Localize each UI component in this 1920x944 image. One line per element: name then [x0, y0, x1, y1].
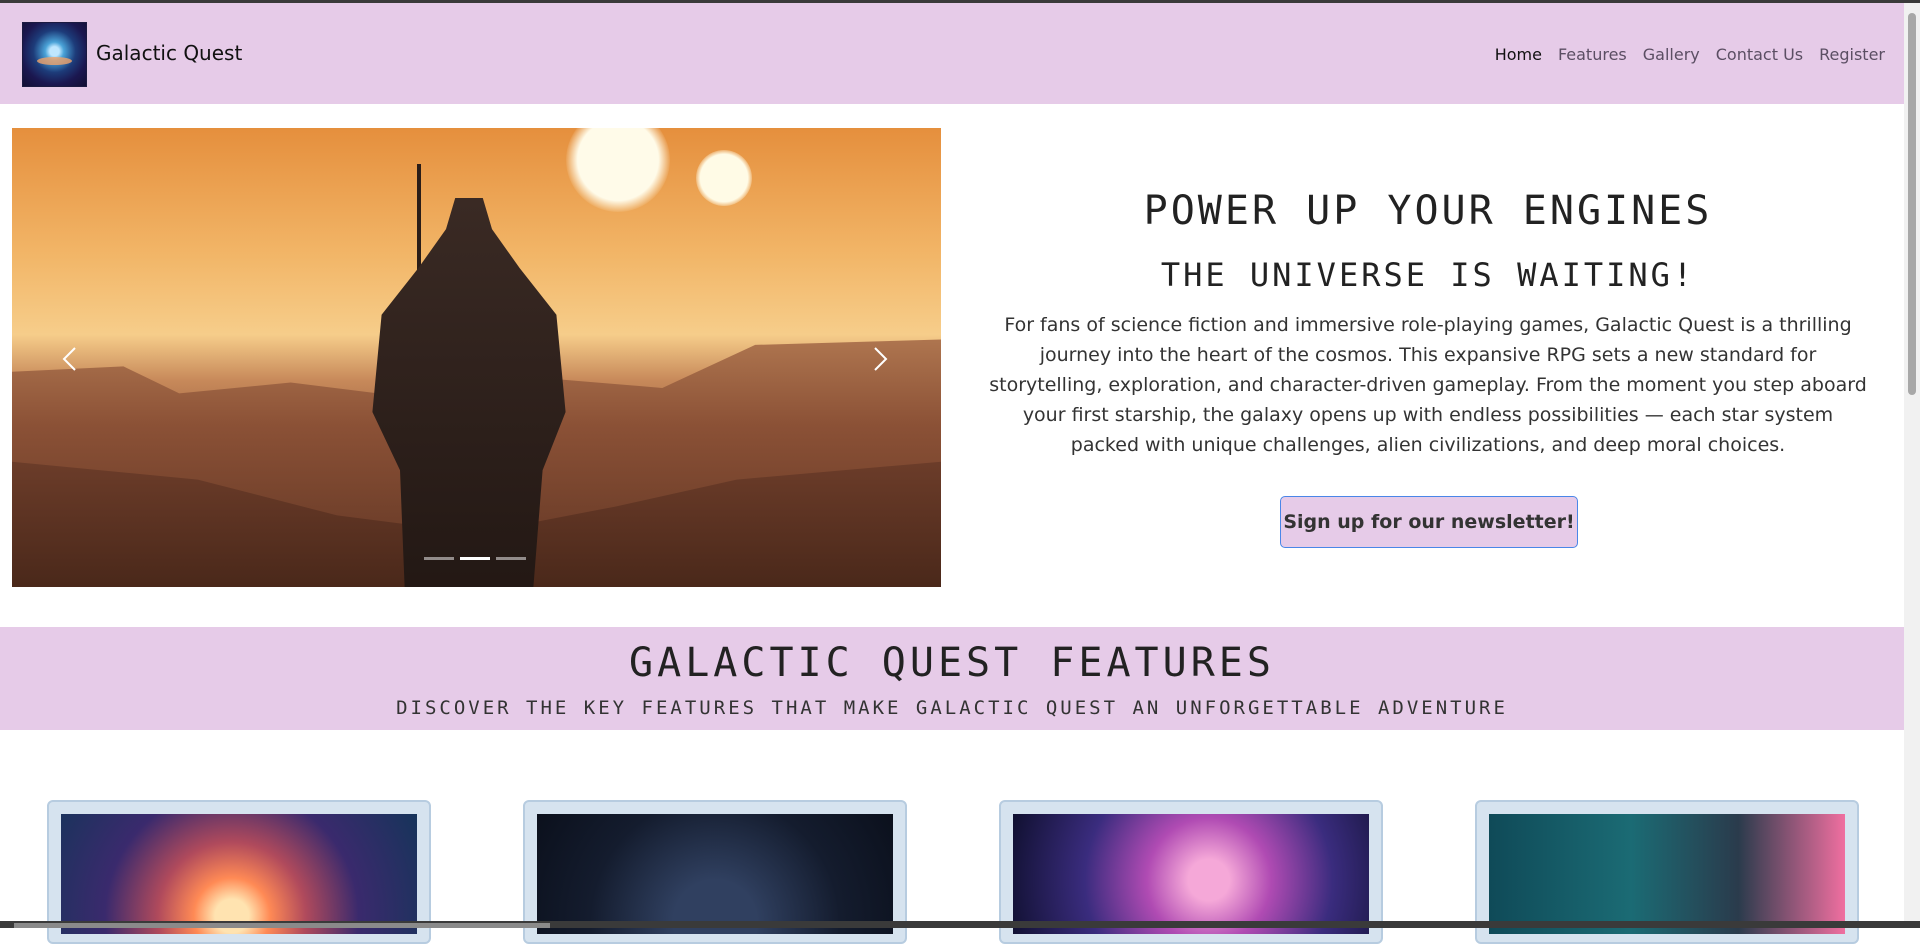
brand-name[interactable]: Galactic Quest	[96, 41, 242, 65]
horizontal-scrollbar[interactable]	[0, 921, 1920, 928]
hero-subtitle: THE UNIVERSE IS WAITING!	[1160, 256, 1696, 294]
horizontal-scrollbar-thumb[interactable]	[14, 923, 550, 928]
features-header: GALACTIC QUEST FEATURES DISCOVER THE KEY…	[0, 627, 1904, 730]
carousel-indicator-1[interactable]	[424, 557, 454, 560]
carousel-next-button[interactable]	[864, 344, 894, 374]
carousel-indicator-3[interactable]	[496, 557, 526, 560]
carousel-image-second-sun	[696, 150, 752, 206]
feature-image-space-battle	[537, 814, 893, 934]
carousel-prev-button[interactable]	[56, 344, 86, 374]
feature-image-alien-forest	[1489, 814, 1845, 934]
vertical-scrollbar[interactable]	[1904, 3, 1920, 921]
nav-link-gallery[interactable]: Gallery	[1643, 45, 1700, 64]
vertical-scrollbar-thumb[interactable]	[1908, 13, 1916, 395]
nav-link-home[interactable]: Home	[1495, 45, 1542, 64]
hero-description: For fans of science fiction and immersiv…	[989, 314, 1867, 456]
brand-logo[interactable]	[22, 22, 87, 87]
carousel-indicator-2[interactable]	[460, 557, 490, 560]
features-subtitle: DISCOVER THE KEY FEATURES THAT MAKE GALA…	[396, 697, 1508, 719]
chevron-right-icon	[874, 347, 888, 371]
nav-links: Home Features Gallery Contact Us Registe…	[1495, 45, 1885, 64]
features-title: GALACTIC QUEST FEATURES	[629, 640, 1275, 686]
nav-link-contact-us[interactable]: Contact Us	[1716, 45, 1803, 64]
hero-carousel	[12, 128, 941, 587]
newsletter-signup-button[interactable]: Sign up for our newsletter!	[1280, 496, 1578, 548]
carousel-indicators	[424, 557, 526, 560]
hero-title: POWER UP YOUR ENGINES	[1143, 188, 1713, 234]
carousel-image-sun	[566, 128, 670, 212]
navbar: Galactic Quest Home Features Gallery Con…	[0, 3, 1904, 104]
feature-image-portal	[61, 814, 417, 934]
nav-link-features[interactable]: Features	[1558, 45, 1627, 64]
nav-link-register[interactable]: Register	[1819, 45, 1885, 64]
chevron-left-icon	[62, 347, 76, 371]
feature-image-nebula	[1013, 814, 1369, 934]
